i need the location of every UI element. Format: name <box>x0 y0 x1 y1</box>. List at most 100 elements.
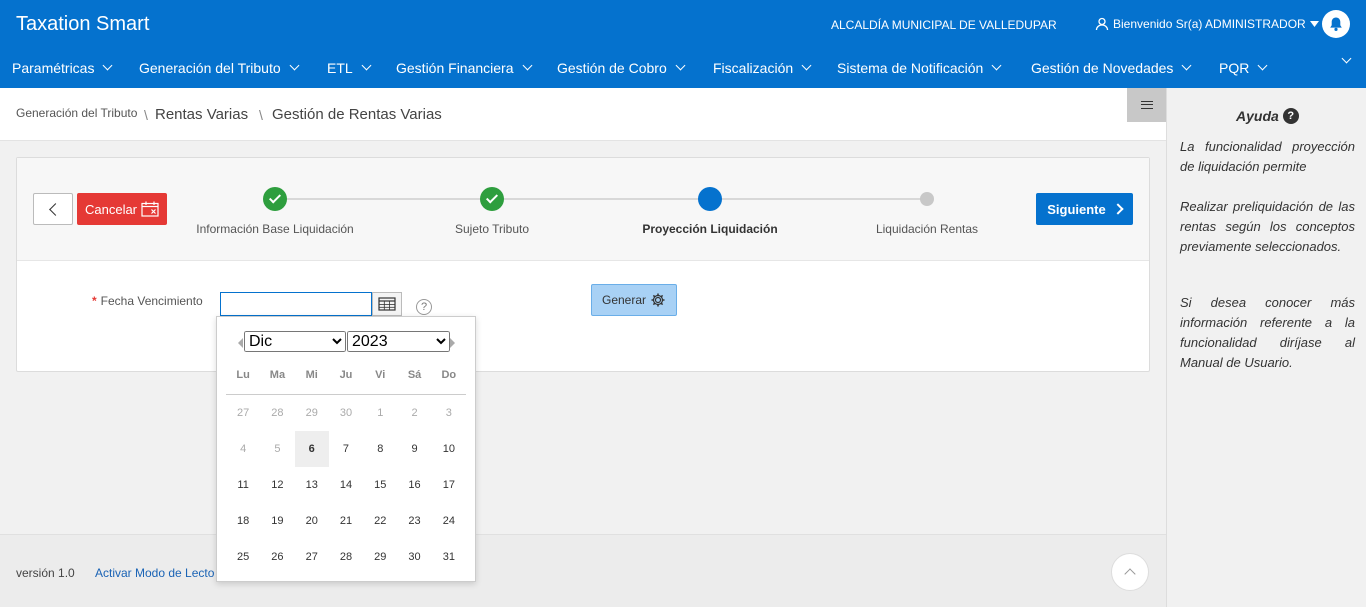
chevron-down-icon <box>991 60 1002 71</box>
weekday-label: Mi <box>305 369 318 381</box>
menu-generacion-tributo[interactable]: Generación del Tributo <box>139 60 300 76</box>
day-cell-today[interactable]: 6 <box>294 431 329 467</box>
menu-fiscalizacion[interactable]: Fiscalización <box>713 60 812 76</box>
notifications-button[interactable] <box>1322 10 1350 38</box>
day-cell[interactable]: 26 <box>260 539 294 575</box>
chevron-left-icon <box>48 202 62 216</box>
day-cell[interactable]: 31 <box>432 539 466 575</box>
day-cell-other-month: 29 <box>305 407 318 419</box>
breadcrumb-item-rentas-varias[interactable]: Rentas Varias <box>155 106 248 123</box>
menu-parametricas[interactable]: Paramétricas <box>12 60 113 76</box>
week-row: 25 26 27 28 29 30 31 <box>226 539 466 575</box>
cancel-button[interactable]: Cancelar <box>77 193 167 225</box>
day-cell[interactable]: 20 <box>295 503 329 539</box>
day-cell[interactable]: 30 <box>397 539 431 575</box>
menu-etl[interactable]: ETL <box>327 60 372 76</box>
user-menu[interactable]: Bienvenido Sr(a) ADMINISTRADOR <box>1095 17 1319 31</box>
day-cell-disabled: 5 <box>274 443 281 455</box>
day-cell[interactable]: 7 <box>329 431 363 467</box>
reader-mode-link[interactable]: Activar Modo de Lecto <box>95 566 214 580</box>
day-cell-disabled: 2 <box>411 407 418 419</box>
step-done-indicator <box>263 187 287 211</box>
menu-overflow[interactable] <box>1341 53 1352 64</box>
next-label: Siguiente <box>1047 201 1106 217</box>
next-button[interactable]: Siguiente <box>1036 193 1133 225</box>
app-title[interactable]: Taxation Smart <box>16 13 149 36</box>
day-cell[interactable]: 28 <box>329 539 363 575</box>
day-cell[interactable]: 29 <box>363 539 397 575</box>
menu-gestion-financiera[interactable]: Gestión Financiera <box>396 60 532 76</box>
step-label-sujeto-tributo: Sujeto Tributo <box>454 222 530 236</box>
field-help-icon[interactable]: ? <box>416 299 432 315</box>
calendar-icon <box>378 297 396 311</box>
day-cell[interactable]: 12 <box>260 467 294 503</box>
year-select[interactable]: 2023 <box>347 331 450 352</box>
wizard-card: Cancelar Información Base Liquidación Su… <box>16 157 1150 372</box>
day-cell[interactable]: 19 <box>260 503 294 539</box>
menu-label: Gestión de Novedades <box>1031 60 1174 76</box>
day-cell[interactable]: 24 <box>432 503 466 539</box>
day-cell[interactable]: 11 <box>226 467 260 503</box>
breadcrumb-item-current: Gestión de Rentas Varias <box>272 106 442 123</box>
day-cell[interactable]: 23 <box>397 503 431 539</box>
wizard-track <box>710 198 927 200</box>
fecha-label-text: Fecha Vencimiento <box>100 294 203 308</box>
day-cell[interactable]: 22 <box>363 503 397 539</box>
day-cell[interactable]: 13 <box>295 467 329 503</box>
breadcrumb: Generación del Tributo \ Rentas Varias \… <box>0 88 1166 141</box>
organization-name: ALCALDÍA MUNICIPAL DE VALLEDUPAR <box>831 18 1057 32</box>
bell-icon <box>1330 17 1342 31</box>
day-cell-other-month: 30 <box>339 407 353 419</box>
day-cell-other-month: 27 <box>237 407 250 419</box>
menu-pqr[interactable]: PQR <box>1219 60 1268 76</box>
toggle-help-panel-button[interactable] <box>1127 88 1166 122</box>
menu-gestion-novedades[interactable]: Gestión de Novedades <box>1031 60 1192 76</box>
day-grid: 27 28 29 30 1 2 3 4 5 6 7 8 9 10 11 12 1… <box>226 395 466 575</box>
day-cell[interactable]: 16 <box>397 467 431 503</box>
day-cell[interactable]: 18 <box>226 503 260 539</box>
day-cell[interactable]: 14 <box>329 467 363 503</box>
menu-label: Sistema de Notificación <box>837 60 984 76</box>
back-button[interactable] <box>33 193 73 225</box>
help-paragraph-3: Si desea conocer más información referen… <box>1180 295 1355 370</box>
calendar-cancel-icon <box>141 201 159 217</box>
scroll-to-top-button[interactable] <box>1111 553 1149 591</box>
weekday-label: Lu <box>236 369 250 381</box>
week-row: 4 5 6 7 8 9 10 <box>226 431 466 467</box>
help-panel: Ayuda ? La funcionalidad proyección de l… <box>1166 88 1366 607</box>
menu-gestion-cobro[interactable]: Gestión de Cobro <box>557 60 686 76</box>
step-pending-indicator <box>920 192 934 206</box>
month-select[interactable]: Dic <box>244 331 346 352</box>
menu-sistema-notificacion[interactable]: Sistema de Notificación <box>837 60 1002 76</box>
day-cell[interactable]: 17 <box>432 467 466 503</box>
day-cell[interactable]: 15 <box>363 467 397 503</box>
calendar-button[interactable] <box>372 292 402 316</box>
weekday-label: Sá <box>407 369 422 381</box>
day-cell[interactable]: 21 <box>329 503 363 539</box>
next-month-icon[interactable] <box>450 338 455 348</box>
main-menu: Paramétricas Generación del Tributo ETL … <box>0 48 1366 88</box>
user-greeting: Bienvenido Sr(a) ADMINISTRADOR <box>1113 17 1306 31</box>
step-label-liquidacion-rentas: Liquidación Rentas <box>875 222 979 236</box>
step-label-informacion-base: Información Base Liquidación <box>196 222 354 236</box>
fecha-vencimiento-input[interactable] <box>220 292 372 316</box>
step-label-proyeccion: Proyección Liquidación <box>642 222 778 236</box>
breadcrumb-item-generacion[interactable]: Generación del Tributo <box>16 106 137 120</box>
question-icon: ? <box>1282 108 1299 124</box>
day-cell[interactable]: 10 <box>432 431 466 467</box>
day-cell[interactable]: 8 <box>363 431 397 467</box>
help-paragraph-1: La funcionalidad proyección de liquidaci… <box>1180 139 1355 174</box>
generar-button[interactable]: Generar <box>591 284 677 316</box>
help-title-text: Ayuda <box>1236 108 1279 124</box>
prev-month-icon[interactable] <box>238 338 243 348</box>
day-cell[interactable]: 9 <box>397 431 431 467</box>
day-cell[interactable]: 25 <box>226 539 260 575</box>
check-icon <box>268 191 282 204</box>
chevron-down-icon <box>361 60 372 71</box>
week-row: 11 12 13 14 15 16 17 <box>226 467 466 503</box>
version-text: versión 1.0 <box>16 566 75 580</box>
day-cell[interactable]: 27 <box>295 539 329 575</box>
required-marker: * <box>92 294 97 308</box>
help-title: Ayuda ? <box>1236 108 1299 124</box>
gear-icon <box>651 293 665 307</box>
